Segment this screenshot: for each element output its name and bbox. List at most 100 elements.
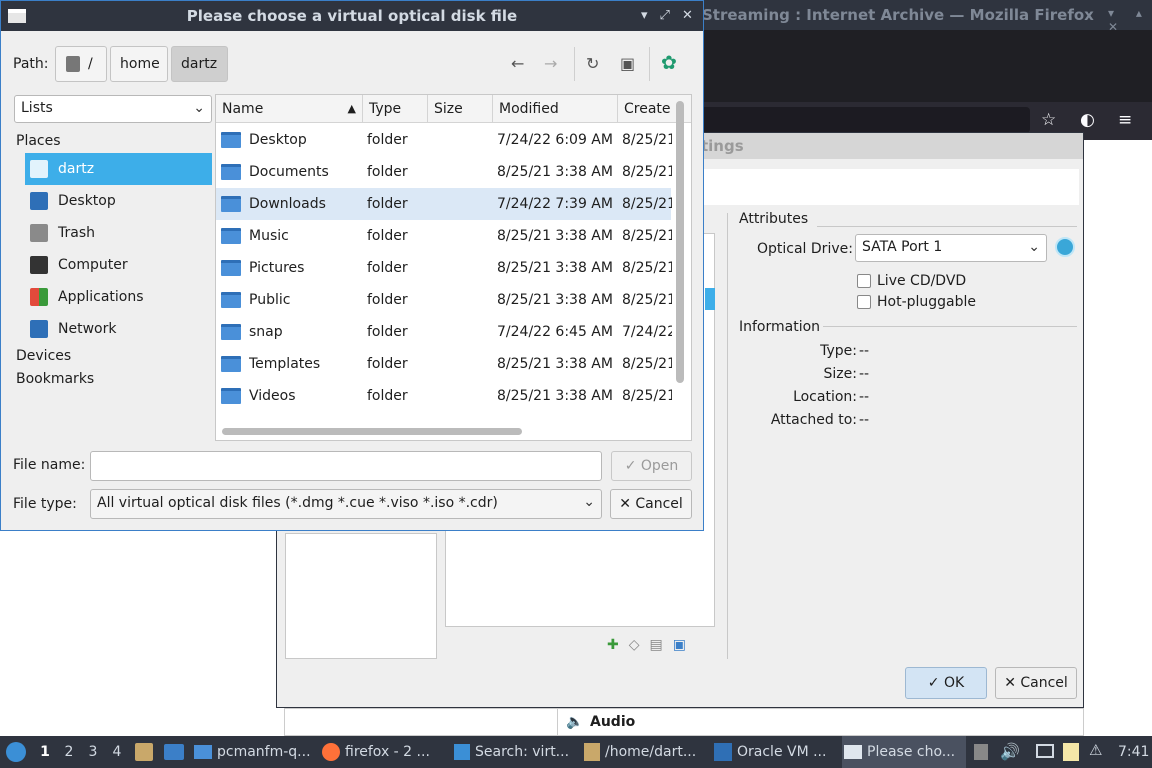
file-created-cell: 8/25/21 [622,132,672,148]
information-divider [823,326,1077,327]
place-applications[interactable]: Applications [25,281,212,313]
workspace-3[interactable]: 3 [82,736,104,768]
file-row[interactable]: Pictures folder 8/25/21 3:38 AM 8/25/21 [216,252,672,284]
clipboard-tray-icon[interactable] [974,744,988,760]
notification-icon[interactable]: ⚠ [1089,741,1102,759]
file-modified-cell: 8/25/21 3:38 AM [497,292,613,308]
crumb-dartz[interactable]: dartz [171,46,228,82]
maximize-icon[interactable]: ⤢ [660,1,670,31]
sort-up-icon: ▲ [347,102,356,115]
copy-attachment-icon[interactable]: ▤ [650,637,673,653]
column-type[interactable]: Type [363,95,428,123]
task-please-choose[interactable]: Please cho... [842,736,966,768]
view-mode-select[interactable]: Lists ⌄ [14,95,212,123]
new-folder-icon[interactable]: ▣ [620,54,635,73]
start-menu-icon[interactable] [6,742,26,762]
workspace-1[interactable]: 1 [34,736,56,768]
notes-tray-icon[interactable] [1063,743,1079,761]
back-arrow-icon[interactable]: ← [511,54,524,73]
file-name-cell: Pictures [249,260,305,276]
file-row[interactable]: Desktop folder 7/24/22 6:09 AM 8/25/21 [216,124,672,156]
file-name-input[interactable] [90,451,602,481]
optical-drive-select[interactable]: SATA Port 1 ⌄ [855,234,1047,262]
file-row[interactable]: Downloads folder 7/24/22 7:39 AM 8/25/21 [216,188,672,220]
file-row[interactable]: Public folder 8/25/21 3:38 AM 8/25/21 [216,284,672,316]
forward-arrow-icon[interactable]: → [544,54,557,73]
column-size[interactable]: Size [428,95,493,123]
remove-attachment-icon[interactable]: ◇ [629,637,650,653]
hot-pluggable-checkbox[interactable]: Hot-pluggable [857,294,976,310]
close-icon: ✕ [619,496,636,512]
file-manager-launcher-icon[interactable] [135,743,153,761]
file-row[interactable]: Documents folder 8/25/21 3:38 AM 8/25/21 [216,156,672,188]
column-modified[interactable]: Modified [493,95,618,123]
workspace-2[interactable]: 2 [58,736,80,768]
file-type-select[interactable]: All virtual optical disk files (*.dmg *.… [90,489,602,519]
place-trash[interactable]: Trash [25,217,212,249]
place-network[interactable]: Network [25,313,212,345]
folder-icon [221,388,241,404]
desktop-launcher-icon[interactable] [164,744,184,760]
clock: 7:41 [1118,744,1150,760]
firefox-url-bar[interactable] [700,107,1030,133]
file-row[interactable]: Templates folder 8/25/21 3:38 AM 8/25/21 [216,348,672,380]
add-attachment-icon[interactable]: ✚ [607,637,629,653]
file-type-value: All virtual optical disk files (*.dmg *.… [97,495,498,511]
menu-icon[interactable]: ≡ [1118,110,1132,130]
file-chooser-dialog: Please choose a virtual optical disk fil… [0,0,704,531]
devices-heading[interactable]: Devices [16,348,71,364]
extension-icon[interactable]: ◐ [1080,110,1095,130]
file-created-cell: 8/25/21 [622,260,672,276]
search-icon [454,744,470,760]
crumb-home[interactable]: home [110,46,168,82]
place-computer[interactable]: Computer [25,249,212,281]
vertical-scrollbar[interactable] [676,101,684,383]
file-list[interactable]: Name ▲ Type Size Modified Create Desktop f… [215,94,692,441]
firefox-tab-bar [700,30,1152,102]
choose-disk-icon[interactable] [1055,237,1075,257]
horizontal-scrollbar[interactable] [222,428,522,435]
task-oracle-vm[interactable]: Oracle VM ... [714,736,836,768]
workspace-4[interactable]: 4 [106,736,128,768]
volume-icon[interactable]: 🔊 [1000,742,1020,761]
desktop-icon [30,192,48,210]
place-desktop[interactable]: Desktop [25,185,212,217]
file-name-cell: Desktop [249,132,307,148]
task-home-folder[interactable]: /home/dart... [584,736,706,768]
vbox-ok-button[interactable]: ✓ OK [905,667,987,699]
network-tray-icon[interactable] [1036,744,1054,758]
bookmark-star-icon[interactable]: ☆ [1041,110,1056,130]
remove-controller-icon[interactable]: ▣ [673,637,696,653]
close-icon[interactable]: ✕ [682,1,693,31]
minimize-icon[interactable]: ▾ [641,1,648,31]
checkbox-box[interactable] [857,274,871,288]
place-dartz[interactable]: dartz [25,153,212,185]
refresh-icon[interactable]: ↻ [586,54,599,73]
vbox-cancel-button[interactable]: ✕ Cancel [995,667,1077,699]
file-name-cell: Documents [249,164,329,180]
places-heading: Places [16,133,61,149]
folder-icon [221,164,241,180]
column-name[interactable]: Name ▲ [216,95,363,123]
settings-icon[interactable]: ✿ [661,52,677,74]
live-cd-checkbox[interactable]: Live CD/DVD [857,273,966,289]
audio-icon: 🔈 [566,714,584,730]
bookmarks-heading[interactable]: Bookmarks [16,371,94,387]
task-firefox[interactable]: firefox - 2 ... [322,736,444,768]
task-pcmanfm[interactable]: pcmanfm-q... [194,736,316,768]
audio-item[interactable]: 🔈 Audio [557,709,1083,735]
task-search[interactable]: Search: virt... [454,736,576,768]
file-row[interactable]: Videos folder 8/25/21 3:38 AM 8/25/21 [216,380,672,412]
window-app-icon [8,9,26,23]
vbox-storage-toolbar[interactable]: ✚◇▤▣ [607,637,696,653]
file-created-cell: 8/25/21 [622,196,672,212]
info-attached-label: Attached to: [770,412,857,428]
file-type-cell: folder [367,356,408,372]
cancel-button[interactable]: ✕ Cancel [610,489,692,519]
checkbox-box[interactable] [857,295,871,309]
open-button[interactable]: ✓ Open [611,451,692,481]
file-row[interactable]: snap folder 7/24/22 6:45 AM 7/24/22 [216,316,672,348]
file-row[interactable]: Music folder 8/25/21 3:38 AM 8/25/21 [216,220,672,252]
attributes-heading: Attributes [739,211,809,227]
crumb-root[interactable]: / [55,46,107,82]
